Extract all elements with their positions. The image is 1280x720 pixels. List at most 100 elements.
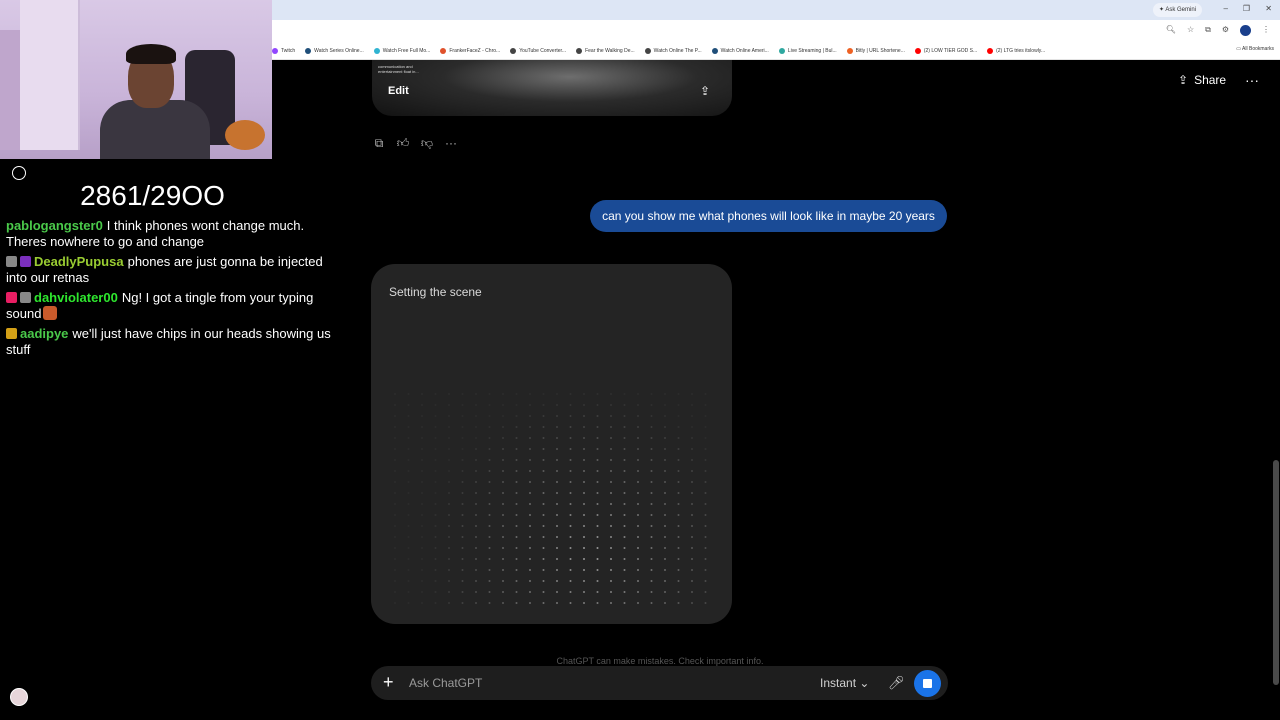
loading-dot bbox=[650, 470, 653, 472]
zoom-icon[interactable]: 🔍︎ bbox=[1166, 25, 1176, 36]
loading-dot bbox=[556, 470, 558, 472]
bookmark-item[interactable]: Live Streaming | Bul... bbox=[778, 47, 837, 54]
loading-dot bbox=[502, 459, 504, 461]
model-selector[interactable]: Instant ⌄ bbox=[820, 676, 869, 690]
bookmark-item[interactable]: Watch Free Full Mo... bbox=[373, 47, 430, 54]
loading-dot bbox=[610, 448, 612, 450]
loading-dot bbox=[569, 536, 572, 538]
loading-dot bbox=[650, 514, 653, 516]
thumbs-down-icon[interactable]: 👎︎ bbox=[420, 136, 434, 150]
bookmark-item[interactable]: Watch Online The P... bbox=[644, 47, 702, 54]
all-bookmarks-button[interactable]: ▭ All Bookmarks bbox=[1236, 46, 1274, 52]
chat-username: pablogangster0 bbox=[6, 218, 103, 233]
goal-counter: 2861/29OO bbox=[80, 180, 225, 211]
share-image-icon[interactable]: ⇪ bbox=[700, 84, 714, 98]
extension-icon[interactable]: ⧉ bbox=[1205, 25, 1211, 36]
scrollbar[interactable] bbox=[1272, 60, 1280, 720]
loading-dot bbox=[569, 437, 572, 439]
bookmark-item[interactable]: Watch Series Online... bbox=[305, 47, 364, 54]
loading-dot bbox=[596, 503, 599, 505]
loading-dot bbox=[434, 470, 437, 472]
bookmark-item[interactable]: FrankerFaceZ - Chro... bbox=[440, 47, 500, 54]
profile-avatar[interactable] bbox=[1240, 25, 1251, 36]
loading-dot bbox=[704, 470, 707, 472]
loading-dot bbox=[407, 426, 410, 428]
loading-dot bbox=[421, 591, 423, 593]
conversation-options-icon[interactable]: ··· bbox=[1245, 72, 1259, 88]
loading-dot bbox=[407, 437, 410, 439]
loading-dot bbox=[650, 393, 653, 395]
loading-dot bbox=[556, 503, 558, 505]
bookmark-item[interactable]: Watch Online Ameri... bbox=[711, 47, 769, 54]
loading-dot bbox=[691, 591, 693, 593]
loading-dot bbox=[421, 448, 423, 450]
loading-dot bbox=[421, 558, 423, 560]
loading-dot bbox=[542, 470, 545, 472]
bookmark-item[interactable]: (2) LTG tries itslowly... bbox=[987, 47, 1045, 54]
loading-dot bbox=[583, 492, 585, 494]
loading-dot bbox=[623, 404, 626, 406]
loading-dot bbox=[461, 569, 464, 571]
bookmark-item[interactable]: Bitly | URL Shortene... bbox=[846, 47, 905, 54]
loading-dot bbox=[691, 503, 693, 505]
loading-dot bbox=[529, 580, 531, 582]
loading-dot bbox=[596, 481, 599, 483]
minimize-icon[interactable]: – bbox=[1224, 4, 1228, 13]
loading-dot bbox=[475, 602, 477, 604]
loading-dot bbox=[691, 415, 693, 417]
loading-dot bbox=[637, 569, 639, 571]
loading-dot bbox=[502, 448, 504, 450]
loading-dot bbox=[637, 437, 639, 439]
more-actions-icon[interactable]: ··· bbox=[444, 136, 458, 150]
loading-dot bbox=[461, 547, 464, 549]
loading-dot bbox=[421, 404, 423, 406]
loading-dot bbox=[610, 426, 612, 428]
bookmark-item[interactable]: Twitch bbox=[272, 47, 295, 54]
chat-badge-icon bbox=[20, 292, 31, 303]
loading-dot bbox=[623, 591, 626, 593]
loading-dot bbox=[515, 415, 518, 417]
loading-dot bbox=[569, 569, 572, 571]
loading-dot bbox=[515, 459, 518, 461]
restore-icon[interactable]: ❐ bbox=[1243, 4, 1250, 13]
loading-dot bbox=[556, 415, 558, 417]
menu-icon[interactable]: ⋮ bbox=[1262, 25, 1270, 36]
loading-dot bbox=[596, 393, 599, 395]
puzzle-icon[interactable]: ⚙ bbox=[1222, 25, 1229, 36]
ask-gemini-button[interactable]: ✦ Ask Gemini bbox=[1152, 3, 1202, 17]
bookmark-item[interactable]: YouTube Converter... bbox=[510, 47, 566, 54]
loading-dot bbox=[542, 558, 545, 560]
loading-dot bbox=[704, 591, 707, 593]
microphone-icon[interactable]: 🎤︎ bbox=[888, 675, 905, 691]
stop-generation-button[interactable] bbox=[914, 670, 941, 697]
loading-dot bbox=[691, 602, 693, 604]
chat-message: pablogangster0 I think phones wont change… bbox=[6, 218, 336, 250]
generated-image-preview[interactable]: communication and entertainment float in… bbox=[372, 60, 732, 116]
loading-dot bbox=[448, 525, 450, 527]
star-icon[interactable]: ☆ bbox=[1187, 25, 1194, 36]
loading-dot bbox=[461, 459, 464, 461]
loading-dot bbox=[569, 393, 572, 395]
close-icon[interactable]: ✕ bbox=[1265, 4, 1272, 13]
loading-dot bbox=[421, 525, 423, 527]
plus-icon[interactable]: + bbox=[383, 672, 394, 692]
loading-dot bbox=[583, 393, 585, 395]
prompt-input[interactable] bbox=[409, 675, 769, 691]
loading-dot bbox=[434, 437, 437, 439]
bookmark-item[interactable]: (2) LOW TIER GOD S... bbox=[914, 47, 977, 54]
loading-dot bbox=[448, 569, 450, 571]
bookmark-favicon-icon bbox=[987, 47, 994, 54]
loading-dot bbox=[421, 470, 423, 472]
bookmark-item[interactable]: Fear the Walking De... bbox=[576, 47, 635, 54]
share-button[interactable]: ⇪ Share bbox=[1178, 73, 1226, 87]
loading-dot bbox=[542, 437, 545, 439]
copy-icon[interactable]: ⧉ bbox=[372, 136, 386, 150]
scrollbar-thumb[interactable] bbox=[1273, 460, 1279, 685]
loading-dot bbox=[394, 591, 396, 593]
loading-dot bbox=[461, 591, 464, 593]
loading-dot bbox=[394, 558, 396, 560]
loading-dot bbox=[704, 569, 707, 571]
webcam-feed bbox=[0, 0, 272, 159]
thumbs-up-icon[interactable]: 👍︎ bbox=[396, 136, 410, 150]
edit-image-button[interactable]: Edit bbox=[388, 85, 409, 97]
